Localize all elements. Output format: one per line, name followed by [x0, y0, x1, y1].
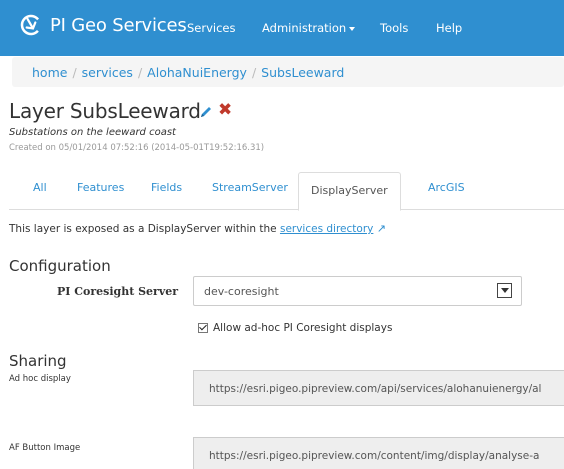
nav-services[interactable]: Services [187, 21, 236, 35]
coresight-server-value: dev-coresight [204, 285, 279, 298]
breadcrumb-home[interactable]: home [32, 65, 67, 80]
tab-streamserver[interactable]: StreamServer [212, 181, 288, 194]
breadcrumb-alohanuienergy[interactable]: AlohaNuiEnergy [147, 65, 247, 80]
services-directory-link[interactable]: services directory [280, 223, 373, 235]
tab-all[interactable]: All [33, 181, 47, 194]
nav-administration[interactable]: Administration [262, 21, 356, 35]
exposed-description: This layer is exposed as a DisplayServer… [9, 222, 386, 235]
breadcrumb-subsleeward[interactable]: SubsLeeward [261, 65, 344, 80]
breadcrumb-separator: / [251, 65, 257, 80]
tab-bar: All Features Fields StreamServer Display… [9, 172, 564, 211]
sharing-heading: Sharing [9, 352, 67, 370]
x-icon[interactable]: ✖ [218, 102, 232, 119]
layer-description: Substations on the leeward coast [9, 127, 176, 138]
brand[interactable]: PI Geo Services [20, 14, 187, 36]
coresight-server-label: PI Coresight Server [57, 285, 179, 298]
page-title: Layer SubsLeeward [9, 99, 201, 123]
nav-administration-label: Administration [262, 21, 347, 35]
tab-displayserver[interactable]: DisplayServer [298, 172, 401, 211]
configuration-heading: Configuration [9, 257, 111, 275]
af-button-image-url-field[interactable]: https://esri.pigeo.pipreview.com/content… [193, 437, 564, 469]
brand-name: PI Geo Services [50, 14, 187, 36]
coresight-server-select[interactable]: dev-coresight [193, 276, 522, 306]
nav-help[interactable]: Help [436, 21, 462, 35]
allow-adhoc-option[interactable]: Allow ad-hoc PI Coresight displays [198, 322, 392, 334]
adhoc-display-url-field[interactable]: https://esri.pigeo.pipreview.com/api/ser… [193, 370, 564, 406]
breadcrumb-separator: / [137, 65, 143, 80]
allow-adhoc-checkbox[interactable] [198, 323, 208, 333]
nav-tools[interactable]: Tools [380, 21, 408, 35]
tab-fields[interactable]: Fields [151, 181, 182, 194]
created-timestamp: Created on 05/01/2014 07:52:16 (2014-05-… [9, 143, 265, 153]
chevron-down-icon[interactable] [497, 283, 512, 298]
pi-logo-icon [20, 14, 42, 36]
adhoc-display-label: Ad hoc display [9, 374, 71, 384]
pencil-icon[interactable] [199, 105, 213, 119]
caret-down-icon [349, 26, 356, 31]
allow-adhoc-label: Allow ad-hoc PI Coresight displays [213, 322, 393, 334]
exposed-text: This layer is exposed as a DisplayServer… [9, 223, 280, 235]
top-navbar: PI Geo Services Services Administration … [0, 0, 564, 56]
tab-features[interactable]: Features [77, 181, 124, 194]
tab-arcgis[interactable]: ArcGIS [428, 181, 465, 194]
af-button-image-label: AF Button Image [9, 443, 81, 453]
breadcrumb-separator: / [72, 65, 77, 80]
breadcrumb: home / services / AlohaNuiEnergy / SubsLeeward [12, 57, 564, 87]
external-link-icon[interactable]: ↗ [377, 222, 386, 235]
breadcrumb-services[interactable]: services [82, 65, 133, 80]
